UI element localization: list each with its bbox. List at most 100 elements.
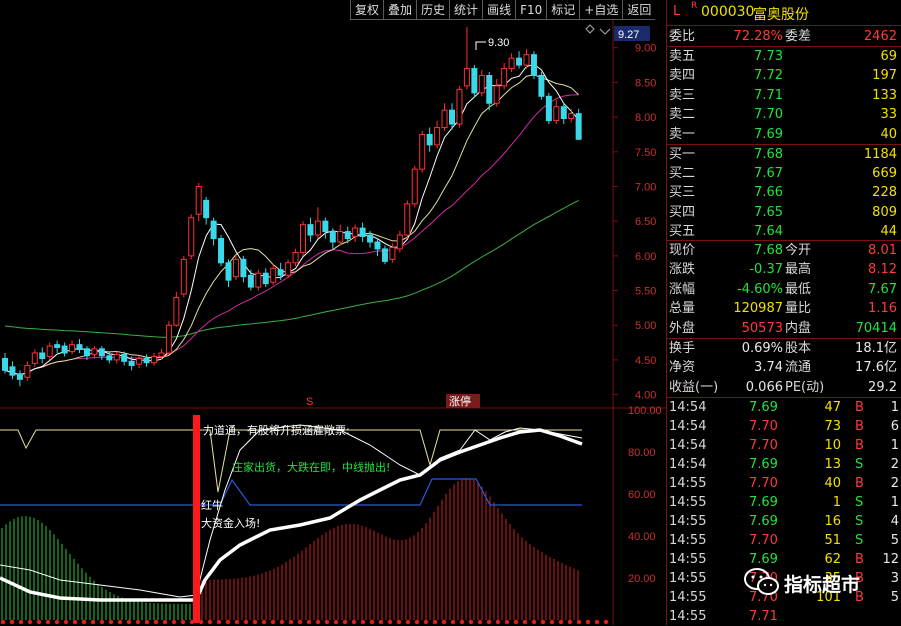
stock-code[interactable]: 000030 — [701, 4, 754, 20]
signal-dot — [45, 619, 51, 625]
candle-body — [165, 324, 172, 354]
tick-bs: B — [855, 438, 864, 453]
signal-dot — [567, 619, 573, 625]
fund-value: 18.1亿 — [855, 341, 897, 356]
candle-body — [247, 274, 254, 288]
price-tick-label: 6.50 — [635, 216, 656, 228]
tick-row: 14:55 7.69 1 S 1 — [667, 493, 901, 512]
signal-dot — [297, 619, 303, 625]
toolbar-button-6[interactable]: 标记 — [546, 0, 580, 20]
toolbar-button-3[interactable]: 统计 — [449, 0, 483, 20]
price-tick-label: 9.00 — [635, 43, 656, 55]
signal-dot — [594, 619, 600, 625]
tick-price: 7.69 — [749, 457, 778, 472]
signal-dot — [405, 619, 411, 625]
ask-row: 卖四 7.72 197 — [667, 66, 901, 85]
candle-body — [449, 109, 455, 125]
signal-dot — [27, 619, 33, 625]
tick-time: 14:55 — [669, 552, 707, 567]
tick-price: 7.69 — [749, 400, 778, 415]
candle-body — [285, 262, 292, 276]
price-tick-label: 7.00 — [635, 181, 656, 193]
bid-price: 7.64 — [754, 223, 783, 239]
kline-chart[interactable]: 9.00 8.50 8.00 7.50 7.00 6.50 6.00 5.50 5.00 4.50… — [0, 20, 666, 625]
signal-dot — [117, 619, 123, 625]
stock-name[interactable]: 富奥股份 — [753, 4, 809, 24]
tick-time: 14:54 — [669, 457, 707, 472]
ask-price: 7.72 — [754, 68, 783, 84]
candle-body — [396, 234, 403, 250]
signal-dot — [0, 619, 6, 625]
candle-body — [508, 57, 515, 70]
signal-dot — [378, 619, 384, 625]
signal-dot — [153, 619, 159, 625]
signal-dot — [81, 619, 87, 625]
signal-dot — [423, 619, 429, 625]
toolbar-button-1[interactable]: 叠加 — [383, 0, 417, 20]
ask-volume: 69 — [880, 49, 897, 64]
fund-value: 29.2 — [868, 379, 897, 395]
ask-volume: 40 — [880, 126, 897, 142]
candle-body — [516, 57, 523, 66]
bid-label: 买二 — [669, 166, 696, 182]
signal-dot — [288, 619, 294, 625]
stat-value: 8.12 — [868, 262, 897, 278]
candle-body — [240, 258, 247, 278]
ask-row: 卖一 7.69 40 — [667, 125, 901, 144]
signal-dot — [54, 619, 60, 625]
candle-body — [203, 199, 210, 219]
signal-dot — [603, 619, 609, 625]
candle-body — [352, 227, 359, 237]
tick-row: 14:55 7.70 51 S 5 — [667, 531, 901, 550]
toolbar-button-7[interactable]: +自选 — [579, 0, 623, 20]
tick-count: 1 — [890, 495, 899, 510]
fund-row: 换手 0.69% 股本 18.1亿 — [667, 339, 901, 358]
signal-dot — [549, 619, 555, 625]
candle-body — [411, 168, 418, 205]
toolbar-button-2[interactable]: 历史 — [416, 0, 450, 20]
ask-price: 7.71 — [754, 87, 783, 103]
indicator-title-label: 力道通，有股将升损涵雇敞票: — [203, 423, 350, 437]
signal-dot — [126, 619, 132, 625]
signal-dot — [225, 619, 231, 625]
candle-body — [46, 345, 53, 357]
signal-dot — [162, 619, 168, 625]
bid-label: 买三 — [669, 185, 696, 201]
signal-dot — [216, 619, 222, 625]
tick-count: 1 — [890, 438, 899, 453]
tick-volume: 16 — [824, 514, 841, 529]
tick-time: 14:55 — [669, 495, 707, 510]
bid-volume: 809 — [872, 204, 897, 220]
ask-price: 7.69 — [754, 126, 783, 142]
signal-dot — [63, 619, 69, 625]
stat-row: 涨幅 -4.60% 最低 7.67 — [667, 280, 901, 299]
tick-row: 14:54 7.70 73 B 6 — [667, 417, 901, 436]
candle-body — [180, 258, 187, 295]
signal-dot — [576, 619, 582, 625]
bid-label: 买五 — [669, 223, 696, 239]
wechat-icon — [744, 568, 779, 595]
candle-body — [307, 224, 314, 236]
toolbar-button-5[interactable]: F10 — [515, 0, 547, 20]
signal-dot — [234, 619, 240, 625]
toolbar-button-4[interactable]: 画线 — [482, 0, 516, 20]
fund-value: 3.74 — [754, 360, 783, 376]
stat-value: 50573 — [741, 320, 783, 336]
signal-dot — [36, 619, 42, 625]
candle-body — [337, 231, 344, 243]
fund-value: 0.066 — [745, 379, 783, 395]
stat-value: 70414 — [855, 320, 897, 336]
candle-body — [426, 133, 433, 146]
fund-label: 净资 — [669, 360, 696, 376]
signal-dot — [522, 619, 528, 625]
toolbar-button-0[interactable]: 复权 — [350, 0, 384, 20]
signal-dot — [144, 619, 150, 625]
signal-dot — [198, 619, 204, 625]
toolbar-button-8[interactable]: 返回 — [622, 0, 656, 20]
hongniu-label: 红牛 — [201, 498, 223, 512]
candle-body — [98, 348, 105, 357]
stat-value: 7.68 — [754, 243, 783, 258]
candle-body — [106, 355, 113, 361]
ask-label: 卖二 — [669, 107, 696, 123]
candle-body — [270, 267, 277, 283]
